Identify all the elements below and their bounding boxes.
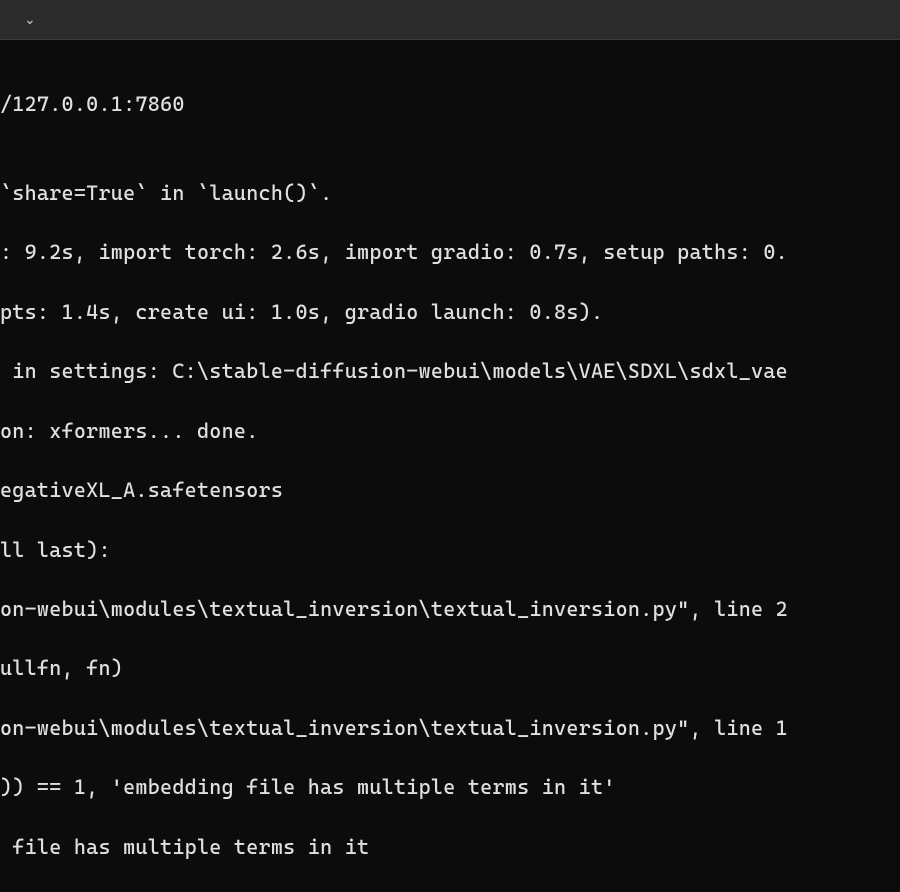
- tab-dropdown-icon[interactable]: ⌄: [16, 8, 44, 32]
- terminal-line: egativeXL_A.safetensors: [0, 476, 900, 506]
- terminal-line: on-webui\modules\textual_inversion\textu…: [0, 595, 900, 625]
- terminal-line: : 9.2s, import torch: 2.6s, import gradi…: [0, 238, 900, 268]
- terminal-line: in settings: C:\stable-diffusion-webui\m…: [0, 357, 900, 387]
- terminal-line: on-webui\modules\textual_inversion\textu…: [0, 714, 900, 744]
- terminal-line: /127.0.0.1:7860: [0, 90, 900, 120]
- terminal-output[interactable]: /127.0.0.1:7860 `share=True` in `launch(…: [0, 40, 900, 892]
- window-titlebar: ⌄: [0, 0, 900, 40]
- terminal-line: ullfn, fn): [0, 654, 900, 684]
- terminal-line: file has multiple terms in it: [0, 833, 900, 863]
- terminal-line: )) == 1, 'embedding file has multiple te…: [0, 773, 900, 803]
- terminal-line: pts: 1.4s, create ui: 1.0s, gradio launc…: [0, 298, 900, 328]
- terminal-line: `share=True` in `launch()`.: [0, 179, 900, 209]
- terminal-line: on: xformers... done.: [0, 417, 900, 447]
- terminal-line: ll last):: [0, 536, 900, 566]
